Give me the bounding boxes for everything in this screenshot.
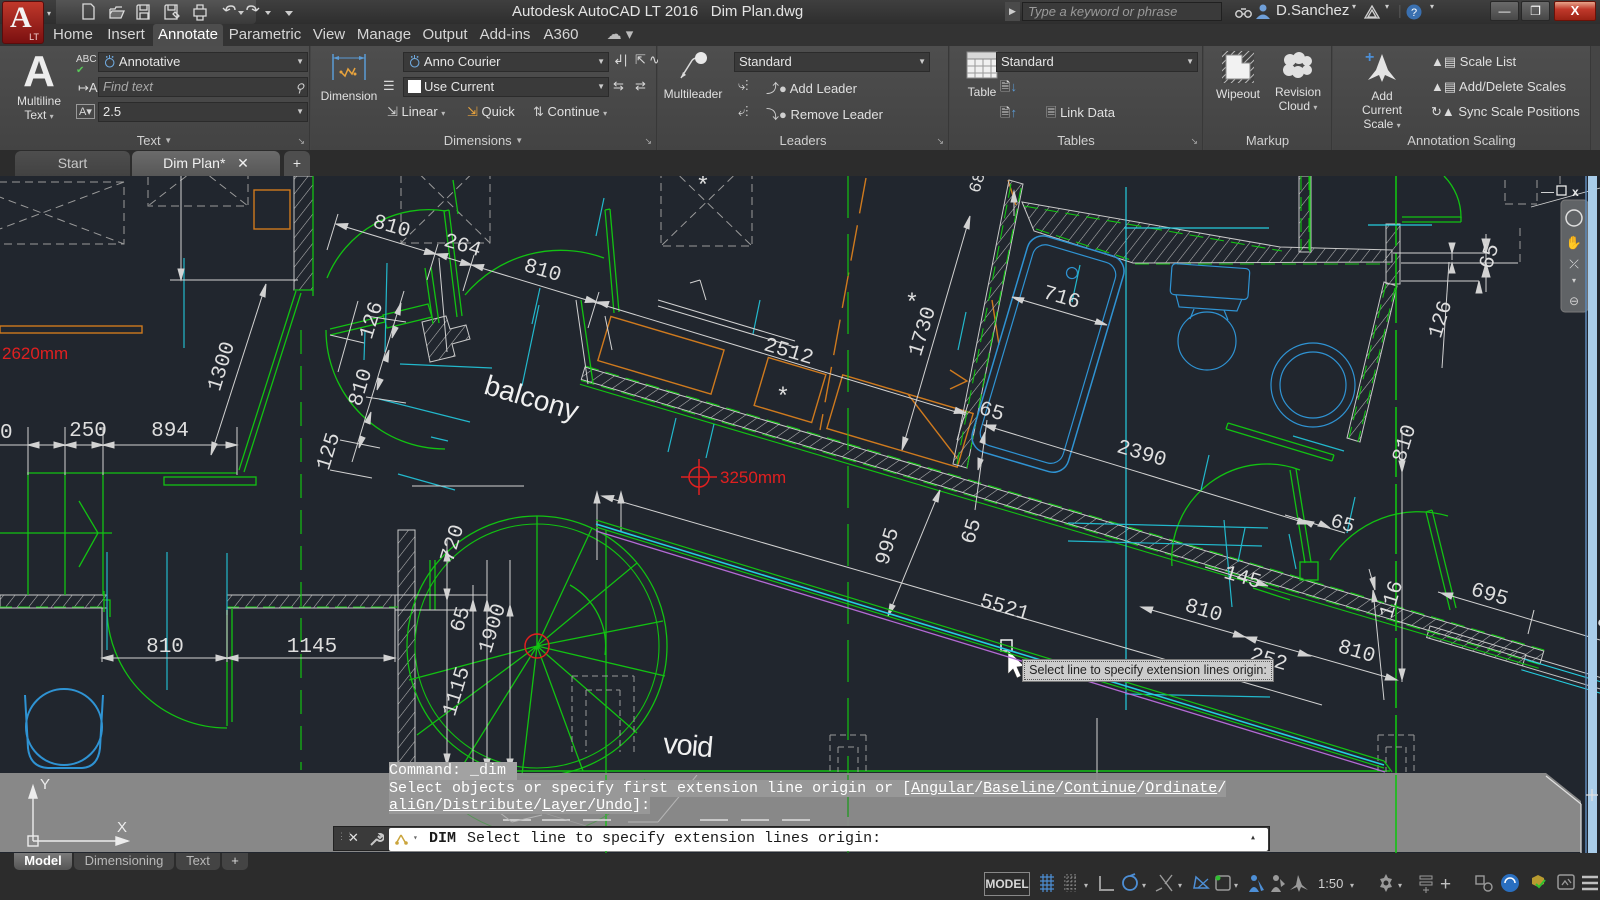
- svg-text:*: *: [696, 176, 710, 201]
- svg-text:▾: ▾: [1234, 881, 1238, 890]
- svg-text:125: 125: [313, 430, 346, 473]
- svg-text:810: 810: [1389, 422, 1422, 465]
- svg-text:⤫: ⤫: [1569, 257, 1579, 271]
- svg-text:✋: ✋: [1566, 235, 1582, 250]
- svg-text:5521: 5521: [977, 590, 1032, 626]
- svg-text:void: void: [662, 728, 714, 764]
- svg-text:▾: ▾: [1142, 881, 1146, 890]
- svg-text:▾: ▾: [1572, 276, 1576, 285]
- svg-text:716: 716: [1040, 282, 1083, 315]
- svg-text:▾: ▾: [1084, 881, 1088, 890]
- svg-text:⊖: ⊖: [1569, 294, 1579, 308]
- svg-text:X: X: [117, 819, 127, 836]
- svg-text:x: x: [1572, 185, 1579, 199]
- svg-text:2620mm: 2620mm: [2, 344, 68, 363]
- svg-text:1115: 1115: [439, 664, 476, 719]
- svg-text:1300: 1300: [204, 339, 241, 394]
- svg-text:+: +: [1365, 50, 1374, 66]
- svg-text:810: 810: [146, 636, 184, 659]
- svg-text:1:50: 1:50: [1318, 876, 1343, 891]
- svg-text:810: 810: [1182, 595, 1225, 628]
- svg-text:894: 894: [151, 420, 189, 443]
- svg-text:720: 720: [437, 522, 470, 565]
- svg-text:—: —: [1541, 184, 1554, 199]
- svg-text:695: 695: [1468, 579, 1511, 612]
- svg-text:0: 0: [0, 422, 13, 445]
- svg-text:▾: ▾: [1350, 881, 1354, 890]
- svg-text:balcony: balcony: [481, 369, 582, 426]
- svg-text:*: *: [905, 291, 919, 318]
- svg-text:995: 995: [872, 525, 905, 568]
- svg-text:▾: ▾: [1398, 881, 1402, 890]
- svg-text:3250mm: 3250mm: [720, 468, 786, 487]
- svg-text:65: 65: [958, 516, 987, 547]
- svg-text:810: 810: [370, 211, 413, 244]
- svg-text:126: 126: [356, 299, 389, 342]
- svg-text:1145: 1145: [287, 636, 337, 659]
- svg-text:810: 810: [521, 255, 564, 288]
- svg-text:▾: ▾: [1178, 881, 1182, 890]
- svg-text:?: ?: [1411, 7, 1417, 19]
- svg-text:Y: Y: [40, 776, 50, 793]
- svg-text:2512: 2512: [761, 334, 816, 370]
- svg-text:65: 65: [976, 398, 1007, 427]
- svg-text:250: 250: [69, 420, 107, 443]
- svg-text:*: *: [776, 385, 790, 412]
- svg-text:810: 810: [345, 366, 378, 409]
- svg-text:+: +: [1440, 874, 1451, 895]
- svg-text:65: 65: [1476, 241, 1505, 272]
- svg-text:126: 126: [1425, 298, 1458, 341]
- svg-text:68: 68: [967, 176, 991, 196]
- svg-text:1900: 1900: [475, 601, 512, 656]
